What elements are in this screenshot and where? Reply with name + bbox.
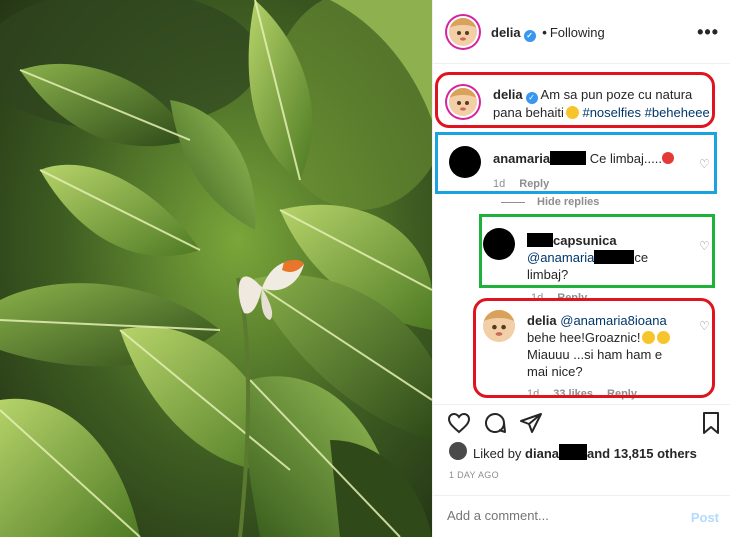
annotation-box-caption <box>435 72 715 128</box>
add-comment-input[interactable] <box>447 508 677 523</box>
post-header: delia ✓ • Following ••• <box>433 0 730 64</box>
save-bookmark-icon[interactable] <box>699 411 723 435</box>
redaction-bar <box>559 444 588 460</box>
action-bar <box>433 404 730 440</box>
following-button[interactable]: Following <box>550 25 605 40</box>
annotation-box-reply <box>479 214 715 288</box>
likes-count[interactable]: and 13,815 others <box>587 446 697 461</box>
post-photo[interactable] <box>0 0 432 537</box>
post-timestamp[interactable]: 1 DAY AGO <box>449 470 499 480</box>
hide-replies-button[interactable]: Hide replies <box>501 196 599 208</box>
annotation-box-comment <box>435 132 717 194</box>
leaves-butterfly-image <box>0 0 432 537</box>
separator-dot: • <box>542 25 547 40</box>
add-comment-bar: Post <box>433 495 730 537</box>
liker-avatar[interactable] <box>449 442 467 460</box>
comment-bubble-icon[interactable] <box>483 411 507 435</box>
author-line: delia ✓ • Following <box>491 25 605 42</box>
post-panel: delia ✓ • Following ••• delia ✓ Am sa pun p… <box>432 0 730 537</box>
post-comment-button[interactable]: Post <box>691 510 719 525</box>
author-username[interactable]: delia <box>491 25 521 40</box>
author-avatar[interactable] <box>449 18 477 46</box>
annotation-box-reply-author <box>473 298 715 398</box>
liker-username[interactable]: diana <box>525 446 559 461</box>
likes-prefix: Liked by <box>473 446 526 461</box>
verified-badge-icon: ✓ <box>523 30 536 42</box>
more-options-icon[interactable]: ••• <box>697 22 719 43</box>
like-heart-icon[interactable] <box>447 411 471 435</box>
share-send-icon[interactable] <box>519 411 543 435</box>
comments-section[interactable]: delia ✓ Am sa pun poze cu natura pana beh… <box>433 64 730 404</box>
